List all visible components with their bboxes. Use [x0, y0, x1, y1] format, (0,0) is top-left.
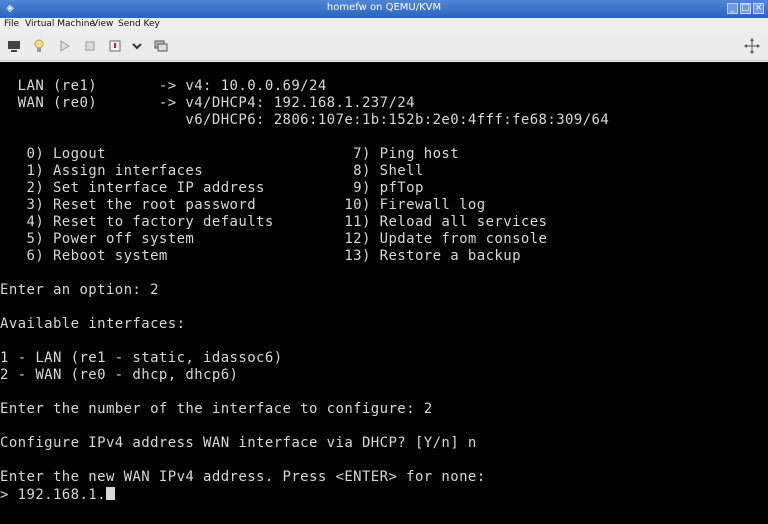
close-button[interactable]: ×	[753, 3, 764, 14]
minimize-button[interactable]: _	[727, 3, 738, 14]
vm-console-screen[interactable]: LAN (re1) -> v4: 10.0.0.69/24 WAN (re0) …	[0, 62, 768, 524]
snapshot-icon[interactable]	[153, 38, 169, 54]
run-icon[interactable]	[56, 38, 72, 54]
console-input-text: > 192.168.1.	[0, 487, 106, 503]
console-line: Enter the number of the interface to con…	[0, 401, 433, 417]
pause-icon[interactable]	[82, 38, 98, 54]
console-line: Enter an option: 2	[0, 282, 159, 298]
menu-view[interactable]: View	[92, 19, 113, 29]
menu-virtual-machine[interactable]: Virtual Machine	[25, 19, 95, 29]
menu-file[interactable]: File	[4, 19, 19, 29]
maximize-button[interactable]: □	[740, 3, 751, 14]
console-line: 4) Reset to factory defaults 11) Reload …	[0, 214, 548, 230]
window-title: homefw on QEMU/KVM	[326, 2, 442, 13]
window-titlebar[interactable]: ◈ homefw on QEMU/KVM _ □ ×	[0, 0, 768, 18]
toolbar	[0, 34, 768, 61]
console-line: v6/DHCP6: 2806:107e:1b:152b:2e0:4fff:fe6…	[0, 112, 610, 128]
console-line: 1) Assign interfaces 8) Shell	[0, 163, 424, 179]
console-line: 1 - LAN (re1 - static, idassoc6)	[0, 350, 283, 366]
console-line: Configure IPv4 address WAN interface via…	[0, 435, 477, 451]
menu-send-key[interactable]: Send Key	[118, 19, 160, 29]
console-prompt-line[interactable]: > 192.168.1.	[0, 487, 115, 503]
console-line: Available interfaces:	[0, 316, 186, 332]
console-line: LAN (re1) -> v4: 10.0.0.69/24	[0, 78, 327, 94]
menu-bar: File Virtual Machine View Send Key	[0, 18, 768, 34]
console-icon[interactable]	[6, 38, 22, 54]
dropdown-chevron-icon[interactable]	[129, 38, 145, 54]
console-line: 5) Power off system 12) Update from cons…	[0, 231, 548, 247]
console-line: 2) Set interface IP address 9) pfTop	[0, 180, 424, 196]
console-line: 2 - WAN (re0 - dhcp, dhcp6)	[0, 367, 239, 383]
fullscreen-icon[interactable]	[744, 38, 760, 54]
console-line: 0) Logout 7) Ping host	[0, 146, 460, 162]
console-line: WAN (re0) -> v4/DHCP4: 192.168.1.237/24	[0, 95, 415, 111]
text-cursor	[105, 487, 115, 500]
console-line: 3) Reset the root password 10) Firewall …	[0, 197, 486, 213]
shutdown-icon[interactable]	[107, 38, 123, 54]
console-line: Enter the new WAN IPv4 address. Press <E…	[0, 469, 486, 485]
lightbulb-icon[interactable]	[31, 38, 47, 54]
console-line: 6) Reboot system 13) Restore a backup	[0, 248, 521, 264]
